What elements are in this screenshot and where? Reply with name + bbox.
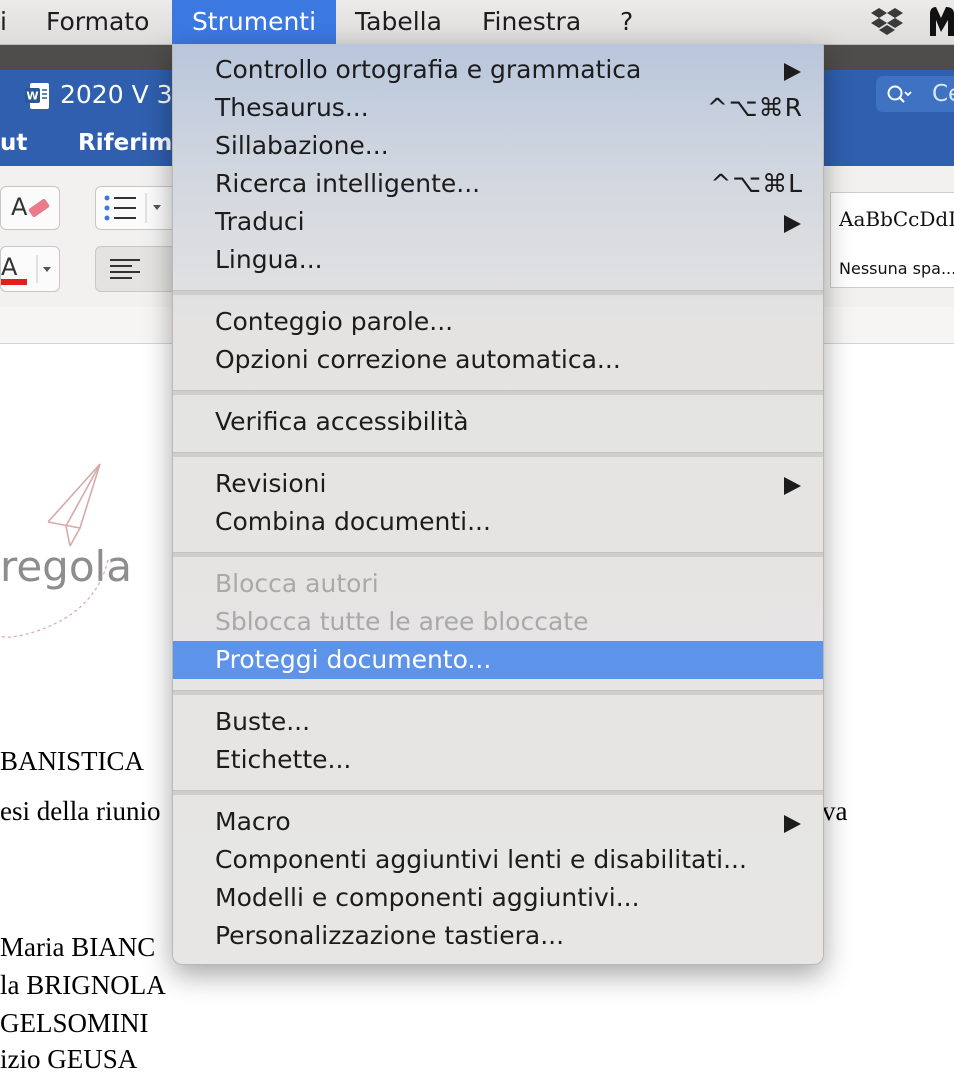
search-placeholder: Ce: [932, 81, 954, 107]
tab-layout[interactable]: ut: [0, 130, 27, 156]
style-sample: AaBbCcDdI: [839, 207, 954, 231]
menu-item-componenti-lenti[interactable]: Componenti aggiuntivi lenti e disabilita…: [173, 841, 823, 879]
word-document-icon: W: [25, 83, 49, 109]
menu-item-thesaurus[interactable]: Thesaurus... ^⌥⌘R: [173, 89, 823, 127]
menu-item-label: Blocca autori: [215, 569, 379, 598]
submenu-arrow-icon: [784, 815, 801, 833]
menu-item-macro[interactable]: Macro: [173, 803, 823, 841]
menu-item-label: Personalizzazione tastiera...: [215, 921, 565, 950]
menu-item-shortcut: ^⌥⌘R: [706, 93, 803, 122]
style-name: Nessuna spa...: [839, 259, 954, 278]
menu-item-lingua[interactable]: Lingua...: [173, 241, 823, 279]
menu-item-label: Opzioni correzione automatica...: [215, 345, 621, 374]
menu-item-label: Controllo ortografia e grammatica: [215, 55, 642, 84]
menu-item-sillabazione[interactable]: Sillabazione...: [173, 127, 823, 165]
bullet-list-icon: [104, 193, 161, 223]
menu-item-label: Verifica accessibilità: [215, 407, 469, 436]
submenu-arrow-icon: [784, 215, 801, 233]
svg-text:A: A: [1, 253, 18, 281]
menu-item-label: Thesaurus...: [215, 93, 369, 122]
bullet-list-button[interactable]: [95, 186, 177, 230]
menu-item-blocca-autori: Blocca autori: [173, 565, 823, 603]
font-color-button[interactable]: A: [0, 246, 60, 292]
menu-item-label: Sblocca tutte le aree bloccate: [215, 607, 589, 636]
menu-item-label: Conteggio parole...: [215, 307, 454, 336]
clear-formatting-icon: A: [11, 193, 50, 221]
menu-separator: [173, 290, 823, 295]
menu-item-revisioni[interactable]: Revisioni: [173, 465, 823, 503]
menu-item-conteggio-parole[interactable]: Conteggio parole...: [173, 303, 823, 341]
malwarebytes-icon[interactable]: [926, 4, 954, 40]
submenu-arrow-icon: [784, 63, 801, 81]
document-title: 2020 V 3: [60, 80, 173, 109]
menu-item-proteggi-documento[interactable]: Proteggi documento...: [173, 641, 823, 679]
menu-item-label: Etichette...: [215, 745, 352, 774]
submenu-arrow-icon: [784, 477, 801, 495]
menubar-item-strumenti[interactable]: Strumenti: [172, 0, 336, 44]
menubar-item-formato[interactable]: Formato: [46, 0, 149, 44]
menu-item-personalizzazione-tastiera[interactable]: Personalizzazione tastiera...: [173, 917, 823, 955]
menu-item-modelli-componenti[interactable]: Modelli e componenti aggiuntivi...: [173, 879, 823, 917]
menu-item-controllo-ortografia[interactable]: Controllo ortografia e grammatica: [173, 51, 823, 89]
menu-item-label: Modelli e componenti aggiuntivi...: [215, 883, 640, 912]
menu-separator: [173, 790, 823, 795]
dropbox-icon[interactable]: [870, 6, 904, 38]
menu-item-etichette[interactable]: Etichette...: [173, 741, 823, 779]
menu-item-label: Lingua...: [215, 245, 323, 274]
menu-item-traduci[interactable]: Traduci: [173, 203, 823, 241]
document-line: GELSOMINI: [0, 1008, 149, 1038]
menu-separator: [173, 452, 823, 457]
menu-item-label: Ricerca intelligente...: [215, 169, 481, 198]
menu-item-label: Proteggi documento...: [215, 645, 492, 674]
document-line: la BRIGNOLA: [0, 970, 166, 1000]
menu-item-label: Buste...: [215, 707, 311, 736]
menu-item-label: Traduci: [215, 207, 305, 236]
menu-item-verifica-accessibilita[interactable]: Verifica accessibilità: [173, 403, 823, 441]
menu-item-label: Combina documenti...: [215, 507, 491, 536]
menubar-item-tabella[interactable]: Tabella: [355, 0, 442, 44]
menu-item-buste[interactable]: Buste...: [173, 703, 823, 741]
menu-item-sblocca-aree: Sblocca tutte le aree bloccate: [173, 603, 823, 641]
menubar-item-help[interactable]: ?: [620, 0, 633, 44]
menu-bar: i Formato Strumenti Tabella Finestra ?: [0, 0, 954, 45]
strumenti-menu: Controllo ortografia e grammatica Thesau…: [172, 44, 824, 965]
menu-item-label: Sillabazione...: [215, 131, 389, 160]
menu-item-combina-documenti[interactable]: Combina documenti...: [173, 503, 823, 541]
menu-item-shortcut: ^⌥⌘L: [710, 169, 803, 198]
document-line: va: [822, 796, 848, 826]
align-left-icon: [110, 259, 140, 279]
menu-separator: [173, 390, 823, 395]
document-line: esi della riunio: [0, 796, 161, 826]
menu-item-label: Componenti aggiuntivi lenti e disabilita…: [215, 845, 747, 874]
menu-item-ricerca-intelligente[interactable]: Ricerca intelligente... ^⌥⌘L: [173, 165, 823, 203]
search-icon: [887, 85, 912, 103]
style-gallery[interactable]: AaBbCcDdI Nessuna spa...: [830, 192, 954, 288]
menubar-item-partial[interactable]: i: [0, 0, 18, 44]
menu-item-opzioni-correzione[interactable]: Opzioni correzione automatica...: [173, 341, 823, 379]
svg-text:A: A: [11, 193, 28, 221]
menu-separator: [173, 552, 823, 557]
document-line: Maria BIANC: [0, 932, 156, 962]
menubar-item-finestra[interactable]: Finestra: [482, 0, 581, 44]
logo-text: regola: [0, 542, 132, 591]
menu-separator: [173, 690, 823, 695]
search-field[interactable]: Ce: [876, 76, 954, 112]
font-color-icon: A: [1, 253, 51, 285]
menu-item-label: Macro: [215, 807, 291, 836]
clear-formatting-button[interactable]: A: [0, 186, 60, 230]
document-line: BANISTICA: [0, 746, 145, 776]
align-left-button[interactable]: [95, 246, 177, 292]
svg-text:W: W: [26, 90, 38, 103]
menu-item-label: Revisioni: [215, 469, 327, 498]
